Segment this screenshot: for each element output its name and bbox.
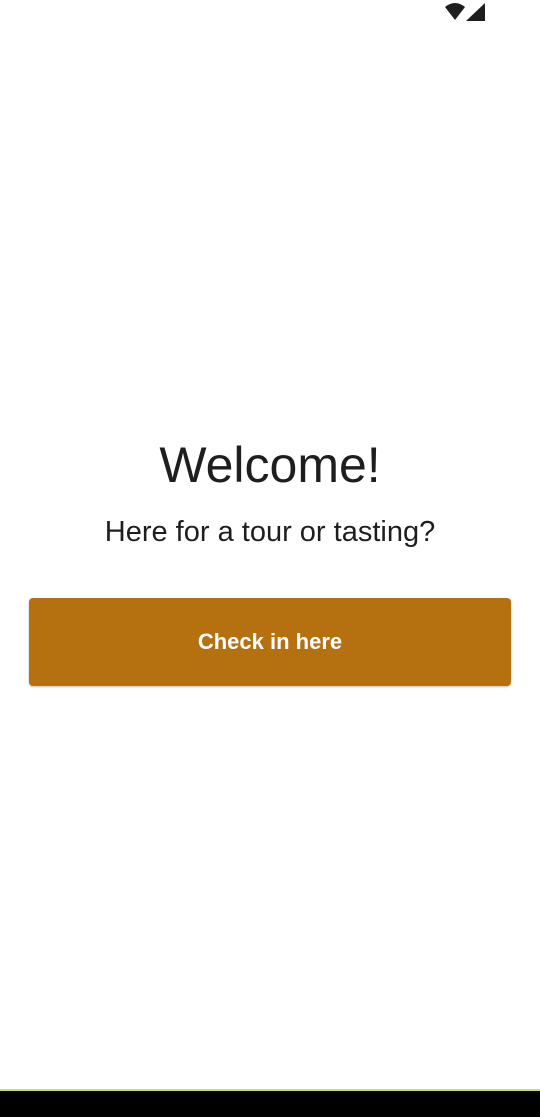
status-bar (0, 0, 540, 26)
check-in-button[interactable]: Check in here (29, 598, 511, 686)
cellular-signal-icon (466, 3, 485, 21)
welcome-section: Welcome! Here for a tour or tasting? (0, 434, 540, 550)
welcome-subtitle: Here for a tour or tasting? (104, 516, 436, 548)
wifi-icon (445, 3, 465, 20)
welcome-title: Welcome! (159, 437, 381, 493)
navigation-bar (0, 1091, 540, 1117)
